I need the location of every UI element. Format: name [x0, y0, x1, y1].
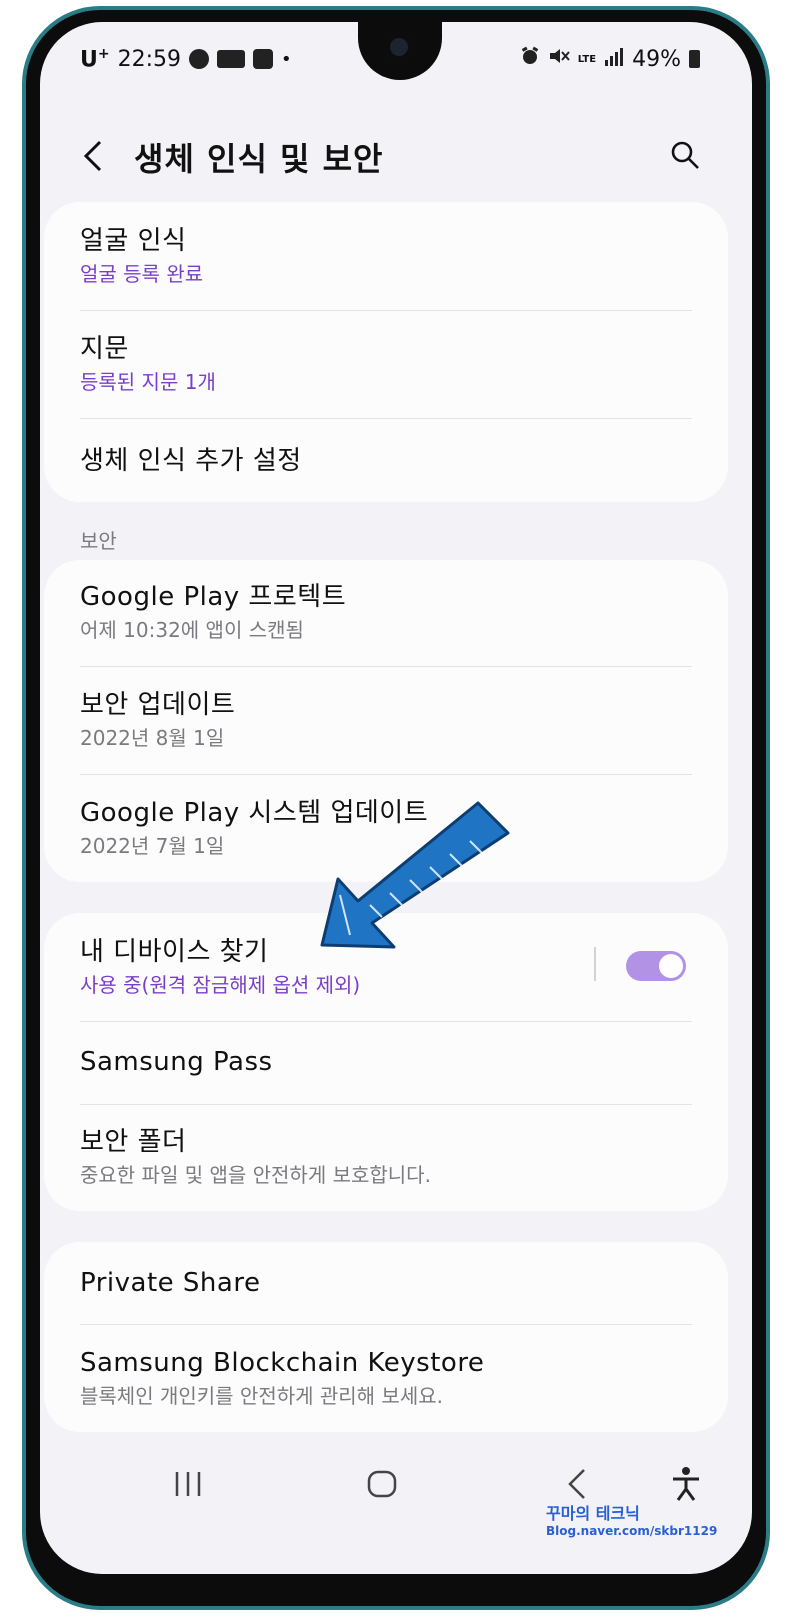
divider	[80, 418, 692, 419]
item-subtitle: 중요한 파일 및 앱을 안전하게 보호합니다.	[80, 1163, 431, 1187]
more-notifications-dot: •	[281, 48, 292, 70]
gallery-notification-icon	[253, 49, 274, 70]
home-button[interactable]	[360, 1462, 404, 1506]
back-button[interactable]	[80, 136, 110, 176]
item-subtitle: 얼굴 등록 완료	[80, 262, 204, 286]
notification-app-icon	[189, 49, 210, 70]
item-title: Samsung Blockchain Keystore	[80, 1348, 485, 1378]
app-header: 생체 인식 및 보안	[80, 130, 700, 186]
item-subtitle: 어제 10:32에 앱이 스캔됨	[80, 618, 304, 642]
item-title: 보안 폴더	[80, 1127, 187, 1157]
battery-percent: 49%	[632, 46, 681, 72]
biometrics-card: 얼굴 인식 얼굴 등록 완료 지문 등록된 지문 1개 생체 인식 추가 설정	[44, 202, 728, 502]
alarm-icon	[520, 46, 540, 72]
battery-icon	[689, 50, 700, 68]
divider	[80, 774, 692, 775]
face-recognition-item[interactable]: 얼굴 인식 얼굴 등록 완료	[80, 224, 692, 288]
recent-apps-button[interactable]	[166, 1462, 210, 1506]
biometric-settings-item[interactable]: 생체 인식 추가 설정	[80, 444, 692, 478]
item-title: 얼굴 인식	[80, 226, 187, 256]
search-icon	[671, 141, 699, 169]
section-header-security: 보안	[80, 529, 117, 553]
chevron-left-icon	[83, 140, 102, 172]
divider	[80, 1021, 692, 1022]
security-update-item[interactable]: 보안 업데이트 2022년 8월 1일	[80, 688, 692, 752]
watermark-url: Blog.naver.com/skbr1129	[546, 1524, 718, 1538]
toggle-separator	[594, 947, 596, 981]
carrier-label: U+	[80, 46, 110, 73]
divider	[80, 1104, 692, 1105]
item-subtitle: 사용 중(원격 잠금해제 옵션 제외)	[80, 973, 361, 997]
toggle-knob	[659, 954, 683, 978]
item-title: 생체 인식 추가 설정	[80, 446, 302, 476]
mute-icon	[548, 46, 570, 72]
blockchain-keystore-item[interactable]: Samsung Blockchain Keystore 블록체인 개인키를 안전…	[80, 1346, 692, 1410]
item-subtitle: 등록된 지문 1개	[80, 370, 216, 394]
samsung-pass-item[interactable]: Samsung Pass	[80, 1045, 692, 1079]
divider	[80, 666, 692, 667]
recent-apps-icon	[175, 1472, 201, 1496]
divider	[80, 310, 692, 311]
annotation-arrow-icon	[320, 801, 510, 949]
item-title: Google Play 프로텍트	[80, 582, 347, 612]
clock: 22:59	[117, 46, 182, 72]
item-title: Private Share	[80, 1268, 261, 1298]
page-title: 생체 인식 및 보안	[134, 140, 384, 178]
find-my-device-toggle[interactable]	[626, 951, 686, 981]
front-camera	[386, 34, 412, 60]
play-protect-item[interactable]: Google Play 프로텍트 어제 10:32에 앱이 스캔됨	[80, 580, 692, 644]
item-title: Samsung Pass	[80, 1047, 273, 1077]
divider	[80, 1324, 692, 1325]
item-title: 지문	[80, 334, 129, 364]
item-subtitle: 2022년 8월 1일	[80, 726, 225, 750]
watermark-title: 꾸마의 테크닉	[546, 1504, 640, 1523]
search-button[interactable]	[670, 140, 700, 170]
secure-folder-item[interactable]: 보안 폴더 중요한 파일 및 앱을 안전하게 보호합니다.	[80, 1125, 692, 1189]
signal-icon	[604, 47, 624, 72]
item-title: 보안 업데이트	[80, 690, 236, 720]
blog-watermark: 꾸마의 테크닉 Blog.naver.com/skbr1129	[546, 1500, 746, 1538]
fingerprint-item[interactable]: 지문 등록된 지문 1개	[80, 332, 692, 396]
lte-label: LTE	[577, 53, 597, 65]
webtoon-notification-icon	[217, 50, 246, 69]
item-subtitle: 블록체인 개인키를 안전하게 관리해 보세요.	[80, 1384, 443, 1408]
private-share-item[interactable]: Private Share	[80, 1266, 692, 1300]
other-card: Private Share Samsung Blockchain Keystor…	[44, 1242, 728, 1432]
home-icon	[367, 1470, 397, 1498]
